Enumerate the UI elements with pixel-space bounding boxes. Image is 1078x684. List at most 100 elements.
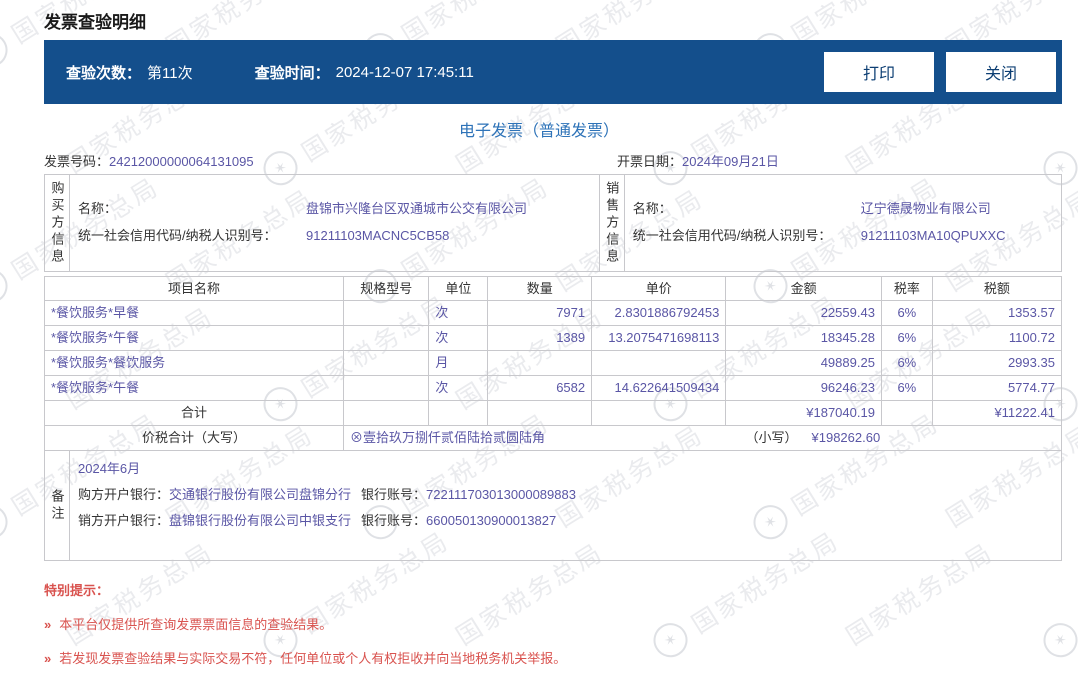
- remark-line-seller-bank: 销方开户银行：盘锦银行股份有限公司中银支行 银行账号：66005013090001…: [78, 508, 1053, 534]
- table-row: *餐饮服务*早餐 次 7971 2.8301886792453 22559.43…: [45, 301, 1062, 326]
- item-unit: 次: [429, 376, 489, 401]
- buyer-name-row: 名称： 盘锦市兴隆台区双通城市公交有限公司: [78, 195, 591, 222]
- invoice-date-label: 开票日期：: [617, 154, 683, 169]
- total-spec-empty: [343, 401, 430, 426]
- buyer-name-label: 名称：: [78, 201, 118, 216]
- invoice-number: 发票号码：24212000000064131095: [44, 154, 254, 169]
- invoice-verification-page: ✶国家税务总局国家税务总局✶国家税务总局国家税务总局✶国家税务总局国家税务总局国…: [0, 0, 1078, 684]
- notice-bullet-icon: »: [44, 617, 52, 632]
- buyer-acct-value: 722111703013000089883: [426, 487, 576, 502]
- seller-section: 销售方信息 名称： 辽宁德晟物业有限公司 统一社会信用代码/纳税人识别号： 9121…: [600, 175, 1061, 271]
- tax-total-uppercase: ⊗壹拾玖万捌仟贰佰陆拾贰圆陆角: [349, 430, 545, 445]
- header-item-name: 项目名称: [45, 277, 344, 301]
- seller-name-label: 名称：: [632, 201, 672, 216]
- item-price: 14.622641509434: [592, 376, 727, 401]
- table-row: *餐饮服务*午餐 次 6582 14.622641509434 96246.23…: [45, 376, 1062, 401]
- total-price-empty: [592, 401, 727, 426]
- item-tax: 1100.72: [932, 326, 1062, 351]
- total-rate-empty: [881, 401, 933, 426]
- buyer-bank-label: 购方开户银行：: [78, 487, 170, 502]
- invoice-meta-row: 发票号码：24212000000064131095 开票日期：2024年09月2…: [44, 151, 1062, 170]
- buyer-side-label: 购买方信息: [45, 175, 70, 271]
- total-unit-empty: [429, 401, 489, 426]
- watermark-emblem-icon: ✶: [0, 262, 14, 310]
- buyer-name-value: 盘锦市兴隆台区双通城市公交有限公司: [306, 201, 528, 216]
- item-amount: 22559.43: [726, 301, 882, 326]
- invoice-date-value: 2024年09月21日: [682, 154, 779, 169]
- tax-total-row: 价税合计（大写） ⊗壹拾玖万捌仟贰佰陆拾贰圆陆角 （小写） ¥198262.60: [45, 426, 1062, 451]
- header-price: 单价: [592, 277, 727, 301]
- invoice-type-title: 电子发票（普通发票）: [458, 123, 619, 140]
- item-price: [592, 351, 727, 376]
- special-notice: 特别提示： » 本平台仅提供所查询发票票面信息的查验结果。 » 若发现发票查验结果与…: [44, 580, 566, 667]
- seller-bank-label: 销方开户银行：: [78, 513, 170, 528]
- notice-item: » 若发现发票查验结果与实际交易不符，任何单位或个人有权拒收并向当地税务机关举报。: [44, 648, 566, 667]
- item-unit: 次: [429, 326, 489, 351]
- item-unit: 次: [429, 301, 489, 326]
- item-spec: [343, 376, 430, 401]
- check-time-value: 2024-12-07 17:45:11: [335, 63, 474, 81]
- query-bar: 查验次数： 第11次 查验时间： 2024-12-07 17:45:11 打印 …: [44, 40, 1062, 104]
- remark-line-period: 2024年6月: [78, 461, 141, 476]
- tax-total-content: ⊗壹拾玖万捌仟贰佰陆拾贰圆陆角 （小写） ¥198262.60: [343, 426, 1062, 451]
- seller-taxid-row: 统一社会信用代码/纳税人识别号： 91211103MA10QPUXXC: [633, 222, 1053, 249]
- remark-line-buyer-bank: 购方开户银行：交通银行股份有限公司盘锦分行 银行账号：72211170301300…: [78, 482, 1053, 508]
- buyer-taxid-row: 统一社会信用代码/纳税人识别号： 91211103MACNC5CB58: [78, 222, 591, 249]
- invoice-number-label: 发票号码：: [44, 154, 110, 169]
- invoice-number-value: 24212000000064131095: [109, 154, 254, 169]
- total-row: 合计 ¥187040.19 ¥11222.41: [45, 401, 1062, 426]
- seller-bank-value: 盘锦银行股份有限公司中银支行: [169, 513, 352, 528]
- item-name: *餐饮服务*午餐: [45, 326, 344, 351]
- item-name: *餐饮服务*午餐: [45, 376, 344, 401]
- item-tax: 5774.77: [932, 376, 1062, 401]
- buyer-bank-value: 交通银行股份有限公司盘锦分行: [169, 487, 352, 502]
- item-amount: 49889.25: [726, 351, 882, 376]
- party-info-box: 购买方信息 名称： 盘锦市兴隆台区双通城市公交有限公司 统一社会信用代码/纳税人识…: [44, 174, 1062, 272]
- item-qty: [488, 351, 593, 376]
- header-tax: 税额: [932, 277, 1062, 301]
- watermark-emblem-icon: ✶: [0, 498, 14, 546]
- lowercase-value: ¥198262.60: [811, 430, 881, 445]
- seller-acct-value: 660050130900013827: [426, 513, 557, 528]
- total-amount: ¥187040.19: [726, 401, 882, 426]
- item-price: 13.2075471698113: [592, 326, 727, 351]
- item-rate: 6%: [881, 326, 933, 351]
- header-rate: 税率: [881, 277, 933, 301]
- notice-title: 特别提示：: [44, 583, 110, 598]
- remark-row: 备注 2024年6月 购方开户银行：交通银行股份有限公司盘锦分行 银行账号：722…: [45, 451, 1062, 561]
- buyer-taxid-value: 91211103MACNC5CB58: [306, 228, 450, 243]
- close-button[interactable]: 关闭: [946, 52, 1056, 92]
- total-qty-empty: [488, 401, 593, 426]
- item-qty: 1389: [488, 326, 593, 351]
- seller-name-value: 辽宁德晟物业有限公司: [860, 201, 991, 216]
- item-tax: 2993.35: [932, 351, 1062, 376]
- header-unit: 单位: [429, 277, 489, 301]
- table-row: *餐饮服务*餐饮服务 月 49889.25 6% 2993.35: [45, 351, 1062, 376]
- table-header-row: 项目名称 规格型号 单位 数量 单价 金额 税率 税额: [45, 277, 1062, 301]
- watermark-emblem-icon: ✶: [647, 616, 694, 664]
- remark-content: 2024年6月 购方开户银行：交通银行股份有限公司盘锦分行 银行账号：722111…: [70, 451, 1062, 561]
- item-qty: 6582: [488, 376, 593, 401]
- header-spec: 规格型号: [343, 277, 430, 301]
- notice-bullet-icon: »: [44, 651, 52, 666]
- item-spec: [343, 351, 430, 376]
- tax-total-label: 价税合计（大写）: [45, 426, 344, 451]
- item-qty: 7971: [488, 301, 593, 326]
- header-qty: 数量: [488, 277, 593, 301]
- item-rate: 6%: [881, 351, 933, 376]
- item-tax: 1353.57: [932, 301, 1062, 326]
- buyer-content: 名称： 盘锦市兴隆台区双通城市公交有限公司 统一社会信用代码/纳税人识别号： 912…: [70, 175, 599, 271]
- buyer-taxid-label: 统一社会信用代码/纳税人识别号：: [78, 228, 277, 243]
- buyer-acct-label: 银行账号：: [361, 487, 427, 502]
- remark-side-label: 备注: [45, 451, 70, 561]
- table-row: *餐饮服务*午餐 次 1389 13.2075471698113 18345.2…: [45, 326, 1062, 351]
- seller-acct-label: 银行账号：: [361, 513, 427, 528]
- print-button[interactable]: 打印: [824, 52, 934, 92]
- notice-item: » 本平台仅提供所查询发票票面信息的查验结果。: [44, 614, 566, 633]
- item-amount: 96246.23: [726, 376, 882, 401]
- seller-name-row: 名称： 辽宁德晟物业有限公司: [633, 195, 1053, 222]
- query-info: 查验次数： 第11次 查验时间： 2024-12-07 17:45:11: [66, 62, 474, 83]
- buyer-section: 购买方信息 名称： 盘锦市兴隆台区双通城市公交有限公司 统一社会信用代码/纳税人识…: [45, 175, 600, 271]
- total-tax: ¥11222.41: [932, 401, 1062, 426]
- item-name: *餐饮服务*餐饮服务: [45, 351, 344, 376]
